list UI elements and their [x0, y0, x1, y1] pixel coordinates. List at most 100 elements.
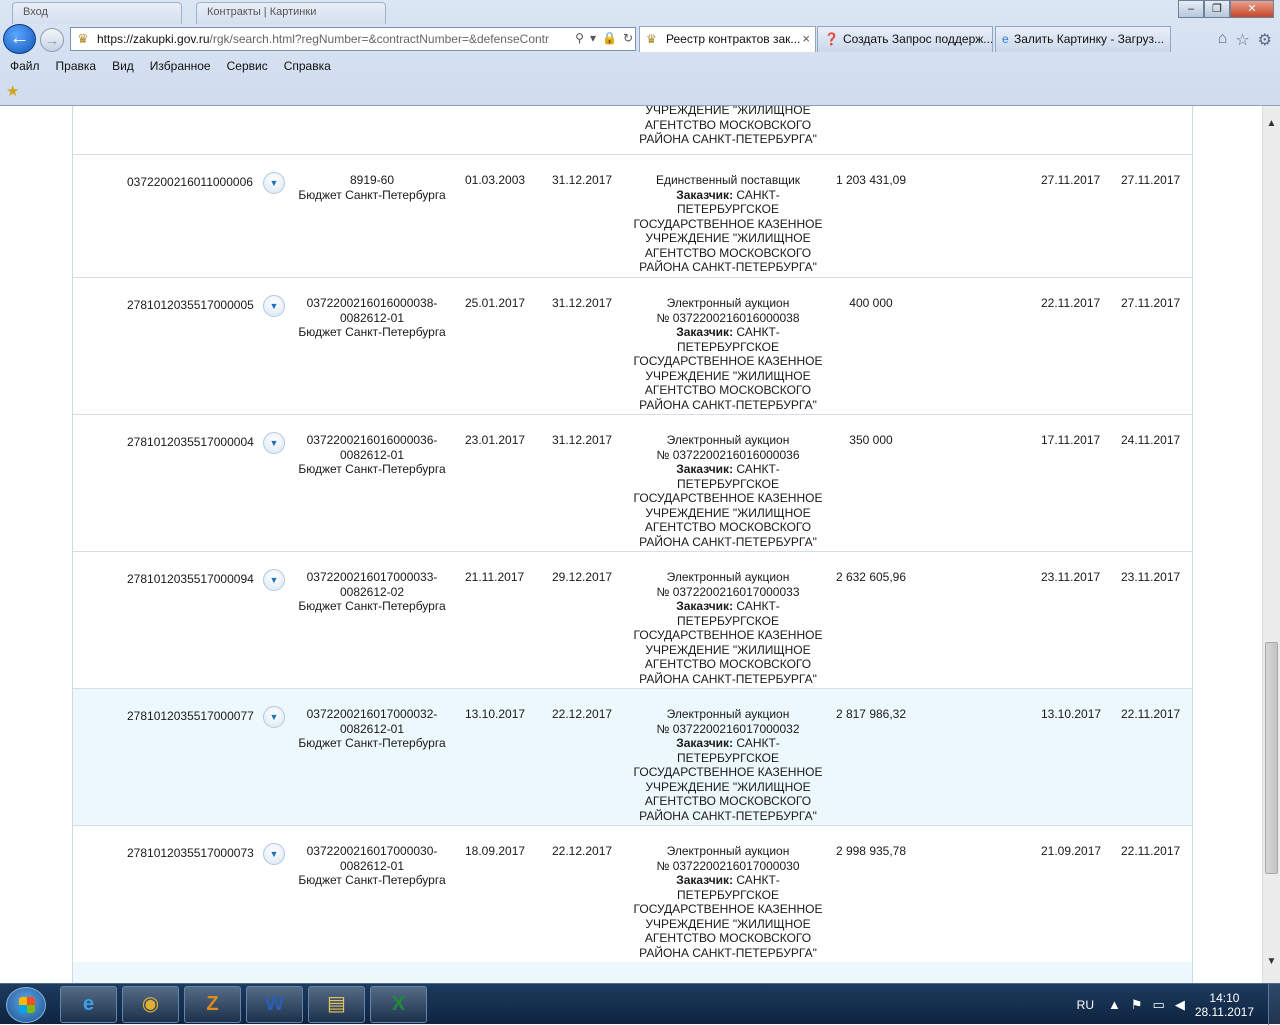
action-center-flag-icon[interactable]: ⚑ — [1131, 997, 1143, 1013]
customer-name-line: ПЕТЕРБУРГСКОЕ — [676, 476, 779, 491]
toolbar-icons: ⌂ ☆ ⚙ — [1218, 30, 1272, 50]
show-desktop-button[interactable] — [1268, 984, 1280, 1025]
word-icon[interactable]: W — [246, 986, 303, 1023]
menu-item-view[interactable]: Вид — [112, 56, 134, 76]
volume-icon[interactable]: ◀ — [1175, 997, 1185, 1013]
chrome-icon[interactable]: ◉ — [122, 986, 179, 1023]
menu-item-file[interactable]: Файл — [10, 56, 40, 76]
search-icon[interactable]: ⚲ — [575, 31, 584, 45]
close-tab-icon[interactable]: × — [802, 31, 810, 46]
customer-label: Заказчик: — [676, 462, 734, 476]
menu-item-tools[interactable]: Сервис — [227, 56, 268, 76]
address-bar[interactable]: ♛ https://zakupki.gov.ru/rgk/search.html… — [70, 27, 636, 51]
customer-line: Заказчик: САНКТ- — [676, 599, 780, 613]
background-tab-label: Контракты | Картинки — [207, 6, 317, 18]
registry-number-link[interactable]: 2781012035517000094 — [127, 572, 257, 587]
registry-number-link[interactable]: 2781012035517000005 — [127, 298, 257, 313]
clock[interactable]: 14:10 28.11.2017 — [1195, 991, 1254, 1019]
navigation-row: ← → ♛ https://zakupki.gov.ru/rgk/search.… — [0, 24, 1280, 54]
tab-upload-image[interactable]: e Залить Картинку - Загруз... — [995, 26, 1171, 52]
tab-label: Залить Картинку - Загруз... — [1014, 32, 1164, 46]
chevron-down-icon[interactable]: ▾ — [590, 31, 596, 45]
purchase-info: Электронный аукцион № 0372200216017000032… — [633, 707, 823, 823]
menu-item-favorites[interactable]: Избранное — [150, 56, 211, 76]
close-window-button[interactable]: ✕ — [1230, 0, 1274, 18]
end-date: 22.12.2017 — [552, 707, 613, 721]
scrollbar-thumb[interactable] — [1265, 642, 1278, 874]
lock-icon[interactable]: 🔒 — [602, 31, 617, 45]
conclusion-date: 13.10.2017 — [465, 707, 526, 721]
customer-name-line: РАЙОНА САНКТ-ПЕТЕРБУРГА" — [639, 534, 817, 549]
menu-bar: Файл Правка Вид Избранное Сервис Справка — [0, 56, 1280, 76]
scroll-down-icon[interactable]: ▼ — [1263, 956, 1280, 972]
minimize-button[interactable]: – — [1178, 0, 1204, 18]
network-icon[interactable]: ▭ — [1153, 997, 1165, 1013]
start-button[interactable] — [6, 987, 46, 1023]
updated-date: 23.11.2017 — [1121, 570, 1181, 584]
table-row: УЧРЕЖДЕНИЕ "ЖИЛИЩНОЕ АГЕНТСТВО МОСКОВСКО… — [73, 106, 1192, 155]
expand-row-icon[interactable]: ▼ — [263, 569, 285, 591]
favorites-star-icon[interactable]: ☆ — [1235, 30, 1249, 50]
updated-date: 22.11.2017 — [1121, 844, 1181, 858]
contract-identifier: 0372200216016000036- 0082612-01 Бюджет Сан… — [298, 433, 446, 476]
back-arrow-icon: ← — [9, 27, 30, 49]
expand-row-icon[interactable]: ▼ — [263, 706, 285, 728]
customer-name-line: ГОСУДАРСТВЕННОЕ КАЗЕННОЕ — [633, 354, 823, 368]
tab-support-request[interactable]: ❓ Создать Запрос поддерж... — [817, 26, 993, 52]
conclusion-date: 25.01.2017 — [465, 296, 526, 310]
purchase-number-link[interactable]: № 0372200216016000038 — [633, 311, 823, 326]
customer-line: Заказчик: САНКТ- — [676, 325, 780, 339]
menu-item-edit[interactable]: Правка — [56, 56, 97, 76]
tab-contracts-registry[interactable]: ♛ Реестр контрактов зак... × — [639, 26, 816, 52]
published-date: 17.11.2017 — [1041, 433, 1101, 447]
add-favorite-icon[interactable]: ★ — [6, 82, 19, 100]
customer-name-line: УЧРЕЖДЕНИЕ "ЖИЛИЩНОЕ — [645, 231, 811, 245]
registry-number-link[interactable]: 2781012035517000004 — [127, 435, 257, 450]
customer-name-line: ГОСУДАРСТВЕННОЕ КАЗЕННОЕ — [633, 628, 823, 642]
show-hidden-icons-icon[interactable]: ▲ — [1108, 997, 1121, 1012]
app-z-icon[interactable]: Z — [184, 986, 241, 1023]
purchase-number-link[interactable]: № 0372200216017000032 — [633, 722, 823, 737]
contract-identifier: 0372200216016000038- 0082612-01 Бюджет Сан… — [298, 296, 446, 339]
customer-name-line: РАЙОНА САНКТ-ПЕТЕРБУРГА" — [639, 808, 817, 823]
forward-arrow-icon: → — [45, 32, 59, 48]
expand-row-icon[interactable]: ▼ — [263, 432, 285, 454]
purchase-number-link[interactable]: № 0372200216017000030 — [633, 859, 823, 874]
contract-price: 2 998 935,78 — [835, 844, 907, 858]
internet-explorer-icon[interactable]: e — [60, 986, 117, 1023]
forward-button[interactable]: → — [40, 28, 64, 52]
customer-name-line: АГЕНТСТВО МОСКОВСКОГО — [644, 931, 812, 945]
published-date: 23.11.2017 — [1041, 570, 1101, 584]
language-indicator[interactable]: RU — [1077, 998, 1094, 1012]
refresh-icon[interactable]: ↻ — [623, 31, 633, 45]
published-date: 13.10.2017 — [1041, 707, 1102, 721]
customer-name-line: АГЕНТСТВО МОСКОВСКОГО — [644, 794, 812, 808]
home-icon[interactable]: ⌂ — [1218, 30, 1228, 50]
customer-name-line: УЧРЕЖДЕНИЕ "ЖИЛИЩНОЕ — [645, 779, 811, 794]
background-tab[interactable]: Вход — [12, 2, 182, 24]
gear-icon[interactable]: ⚙ — [1258, 30, 1272, 50]
expand-row-icon[interactable]: ▼ — [263, 843, 285, 865]
registry-number-link[interactable]: 0372200216011000006 — [127, 175, 257, 190]
background-tab-label: Вход — [23, 6, 48, 18]
purchase-number-link[interactable]: № 0372200216016000036 — [633, 448, 823, 463]
file-explorer-icon[interactable]: ▤ — [308, 986, 365, 1023]
published-date: 22.11.2017 — [1041, 296, 1101, 310]
customer-name-line: ГОСУДАРСТВЕННОЕ КАЗЕННОЕ — [633, 216, 823, 231]
purchase-number-link[interactable]: № 0372200216017000033 — [633, 585, 823, 600]
registry-number-link[interactable]: 2781012035517000073 — [127, 846, 257, 861]
customer-name-line: РАЙОНА САНКТ-ПЕТЕРБУРГА" — [639, 260, 817, 274]
vertical-scrollbar[interactable]: ▲ ▼ — [1262, 106, 1280, 983]
registry-number-link[interactable]: 2781012035517000077 — [127, 709, 257, 724]
maximize-button[interactable]: ❐ — [1204, 0, 1230, 18]
expand-row-icon[interactable]: ▼ — [263, 172, 285, 194]
conclusion-date: 21.11.2017 — [465, 570, 525, 584]
purchase-method: Электронный аукцион — [666, 570, 790, 584]
customer-name-line: АГЕНТСТВО МОСКОВСКОГО — [644, 520, 812, 534]
menu-item-help[interactable]: Справка — [284, 56, 331, 76]
back-button[interactable]: ← — [3, 24, 36, 54]
background-tab[interactable]: Контракты | Картинки — [196, 2, 386, 24]
excel-icon[interactable]: X — [370, 986, 427, 1023]
scroll-up-icon[interactable]: ▲ — [1263, 118, 1280, 134]
expand-row-icon[interactable]: ▼ — [263, 295, 285, 317]
